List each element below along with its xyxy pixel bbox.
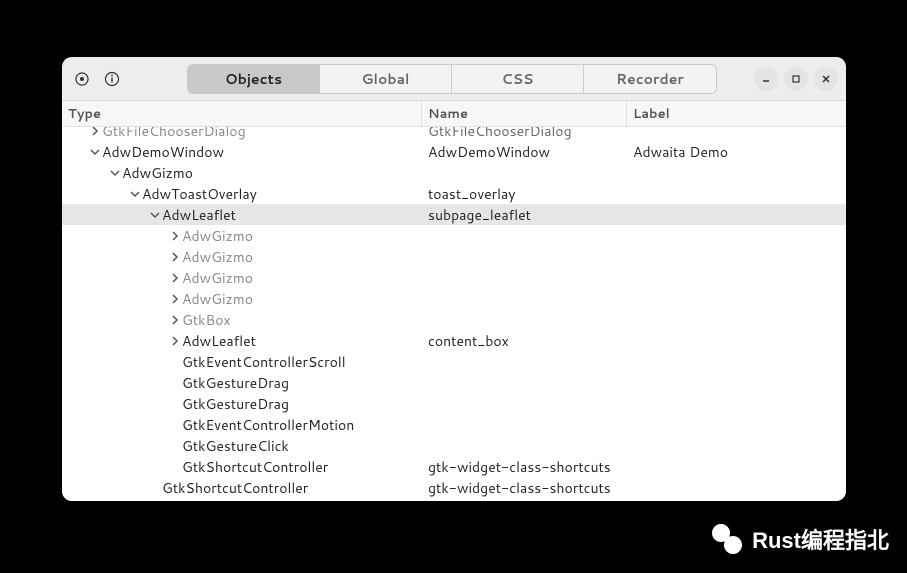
tree-row[interactable]: AdwLeaflet content_box — [62, 330, 846, 351]
maximize-button[interactable] — [784, 67, 808, 91]
type-cell[interactable]: AdwLeaflet — [62, 205, 422, 225]
tab-objects[interactable]: Objects — [188, 64, 320, 94]
type-text: AdwLeaflet — [162, 205, 236, 225]
type-text: AdwLeaflet — [182, 331, 256, 351]
tree-row[interactable]: GtkEventControllerMotion — [62, 414, 846, 435]
type-cell[interactable]: GtkBox — [62, 310, 422, 330]
tree-row[interactable]: GtkFileChooserDialog GtkFileChooserDialog — [62, 127, 846, 141]
name-cell: toast_overlay — [422, 184, 627, 204]
type-cell[interactable]: GtkEventControllerScroll — [62, 352, 422, 372]
type-cell[interactable]: AdwGizmo — [62, 247, 422, 267]
column-name-header[interactable]: Name — [422, 101, 627, 126]
type-text: GtkGestureDrag — [182, 394, 289, 414]
type-cell[interactable]: AdwGizmo — [62, 289, 422, 309]
info-icon[interactable] — [100, 67, 124, 91]
type-cell[interactable]: AdwGizmo — [62, 268, 422, 288]
name-cell: subpage_leaflet — [422, 205, 627, 225]
tree-row[interactable]: AdwLeaflet subpage_leaflet — [62, 204, 846, 225]
tree-row[interactable]: GtkBox — [62, 309, 846, 330]
close-button[interactable] — [814, 67, 838, 91]
headerbar-left — [62, 67, 187, 91]
tree-row[interactable]: AdwGizmo — [62, 162, 846, 183]
type-cell[interactable]: GtkFileChooserDialog — [62, 127, 422, 141]
tree-row[interactable]: AdwToastOverlay toast_overlay — [62, 183, 846, 204]
column-type-header[interactable]: Type — [62, 101, 422, 126]
name-cell: content_box — [422, 331, 627, 351]
type-text: GtkBox — [182, 310, 231, 330]
type-cell[interactable]: GtkGestureDrag — [62, 394, 422, 414]
type-cell[interactable]: GtkGestureClick — [62, 436, 422, 456]
tree-row[interactable]: AdwGizmo — [62, 246, 846, 267]
type-text: AdwGizmo — [182, 268, 253, 288]
type-cell[interactable]: AdwLeaflet — [62, 331, 422, 351]
column-label-header[interactable]: Label — [627, 101, 846, 126]
type-cell[interactable]: AdwGizmo — [62, 163, 422, 183]
type-text: AdwGizmo — [122, 163, 193, 183]
type-cell[interactable]: GtkEventControllerMotion — [62, 415, 422, 435]
tree-row[interactable]: AdwGizmo — [62, 267, 846, 288]
tab-css[interactable]: CSS — [452, 64, 584, 94]
object-tree[interactable]: GtkFileChooserDialogGtkFileChooserDialog… — [62, 127, 846, 501]
inspector-window: Objects Global CSS Recorder Type Name La… — [62, 57, 846, 501]
tree-row[interactable]: GtkGestureClick — [62, 435, 846, 456]
tree-row[interactable]: AdwGizmo — [62, 288, 846, 309]
name-cell: gtk-widget-class-shortcuts — [422, 457, 627, 477]
name-cell: gtk-widget-class-shortcuts — [422, 478, 627, 498]
headerbar: Objects Global CSS Recorder — [62, 57, 846, 101]
name-cell: GtkFileChooserDialog — [422, 127, 627, 141]
view-switcher: Objects Global CSS Recorder — [187, 64, 717, 94]
type-text: GtkEventControllerScroll — [182, 352, 346, 372]
tab-recorder[interactable]: Recorder — [584, 64, 716, 94]
minimize-button[interactable] — [754, 67, 778, 91]
type-text: AdwGizmo — [122, 498, 193, 501]
type-text: GtkFileChooserDialog — [102, 127, 246, 141]
label-cell: Adwaita Demo — [627, 142, 846, 162]
watermark-text: Rust编程指北 — [752, 523, 889, 555]
type-cell[interactable]: GtkGestureDrag — [62, 373, 422, 393]
tab-global[interactable]: Global — [320, 64, 452, 94]
type-cell[interactable]: GtkShortcutController — [62, 457, 422, 477]
watermark: Rust编程指北 — [712, 523, 889, 555]
type-cell[interactable]: AdwToastOverlay — [62, 184, 422, 204]
type-text: GtkShortcutController — [162, 478, 308, 498]
tree-row[interactable]: AdwDemoWindowAdwDemoWindowAdwaita Demo — [62, 141, 846, 162]
type-text: AdwGizmo — [182, 226, 253, 246]
type-text: GtkEventControllerMotion — [182, 415, 354, 435]
wechat-icon — [712, 524, 742, 554]
type-text: AdwToastOverlay — [142, 184, 257, 204]
tree-row[interactable]: GtkShortcutController gtk-widget-class-sh… — [62, 456, 846, 477]
tree-row[interactable]: GtkGestureDrag — [62, 393, 846, 414]
type-cell[interactable]: GtkShortcutController — [62, 478, 422, 498]
type-cell[interactable]: AdwGizmo — [62, 226, 422, 246]
window-controls — [754, 67, 846, 91]
type-cell[interactable]: AdwDemoWindow — [62, 142, 422, 162]
column-headers: Type Name Label — [62, 101, 846, 127]
type-text: GtkShortcutController — [182, 457, 328, 477]
name-cell: AdwDemoWindow — [422, 142, 627, 162]
target-icon[interactable] — [70, 67, 94, 91]
type-text: AdwGizmo — [182, 247, 253, 267]
tree-row[interactable]: AdwGizmo — [62, 225, 846, 246]
type-text: GtkGestureDrag — [182, 373, 289, 393]
tree-row[interactable]: GtkEventControllerScroll — [62, 351, 846, 372]
tree-row[interactable]: GtkGestureDrag — [62, 372, 846, 393]
type-text: AdwDemoWindow — [102, 142, 224, 162]
type-text: AdwGizmo — [182, 289, 253, 309]
tree-row[interactable]: AdwGizmo — [62, 498, 846, 501]
tree-row[interactable]: GtkShortcutController gtk-widget-class-sh… — [62, 477, 846, 498]
type-text: GtkGestureClick — [182, 436, 289, 456]
type-cell[interactable]: AdwGizmo — [62, 498, 422, 501]
